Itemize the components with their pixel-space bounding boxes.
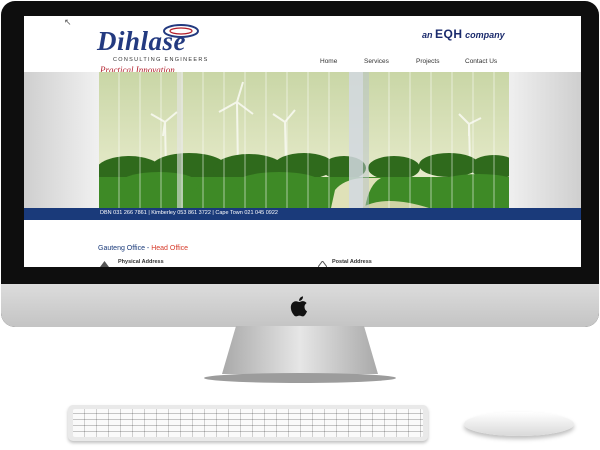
- hero-image: [99, 72, 509, 208]
- main-nav: Home Services Projects Contact Us: [320, 58, 520, 68]
- office-heading: Gauteng Office - Head Office: [98, 245, 188, 252]
- envelope-icon: [318, 261, 327, 267]
- nav-projects[interactable]: Projects: [416, 58, 439, 65]
- contact-numbers: DBN 031 266 7861 | Kimberley 053 861 372…: [100, 210, 278, 216]
- parent-prefix: an: [422, 30, 433, 40]
- keyboard-keys: [73, 409, 423, 437]
- imac-monitor: ↖ Dihlase CONSULTING ENGINEERS Practical…: [1, 1, 599, 327]
- parent-name: EQH: [435, 27, 463, 41]
- nav-contact-us[interactable]: Contact Us: [465, 58, 497, 65]
- parent-company-badge[interactable]: an EQH company: [422, 27, 505, 41]
- postal-address-label: Postal Address: [332, 259, 372, 265]
- apple-logo-icon: [290, 296, 307, 317]
- contact-bar: DBN 031 266 7861 | Kimberley 053 861 372…: [24, 208, 581, 220]
- browser-screen: ↖ Dihlase CONSULTING ENGINEERS Practical…: [24, 16, 581, 267]
- nav-home[interactable]: Home: [320, 58, 337, 65]
- map-pin-icon: [100, 261, 109, 267]
- mouse-cursor-icon: ↖: [64, 17, 72, 27]
- logo-wordmark: Dihlase: [97, 26, 187, 56]
- keyboard: [68, 405, 428, 441]
- magic-mouse: [464, 412, 574, 436]
- office-name: Gauteng Office: [98, 245, 145, 252]
- imac-stand: [204, 326, 396, 383]
- office-highlight: Head Office: [151, 245, 189, 252]
- logo-subtitle: CONSULTING ENGINEERS: [113, 57, 209, 63]
- parent-suffix: company: [465, 30, 505, 40]
- nav-services[interactable]: Services: [364, 58, 389, 65]
- physical-address-label: Physical Address: [118, 259, 164, 265]
- imac-chin: [1, 284, 599, 327]
